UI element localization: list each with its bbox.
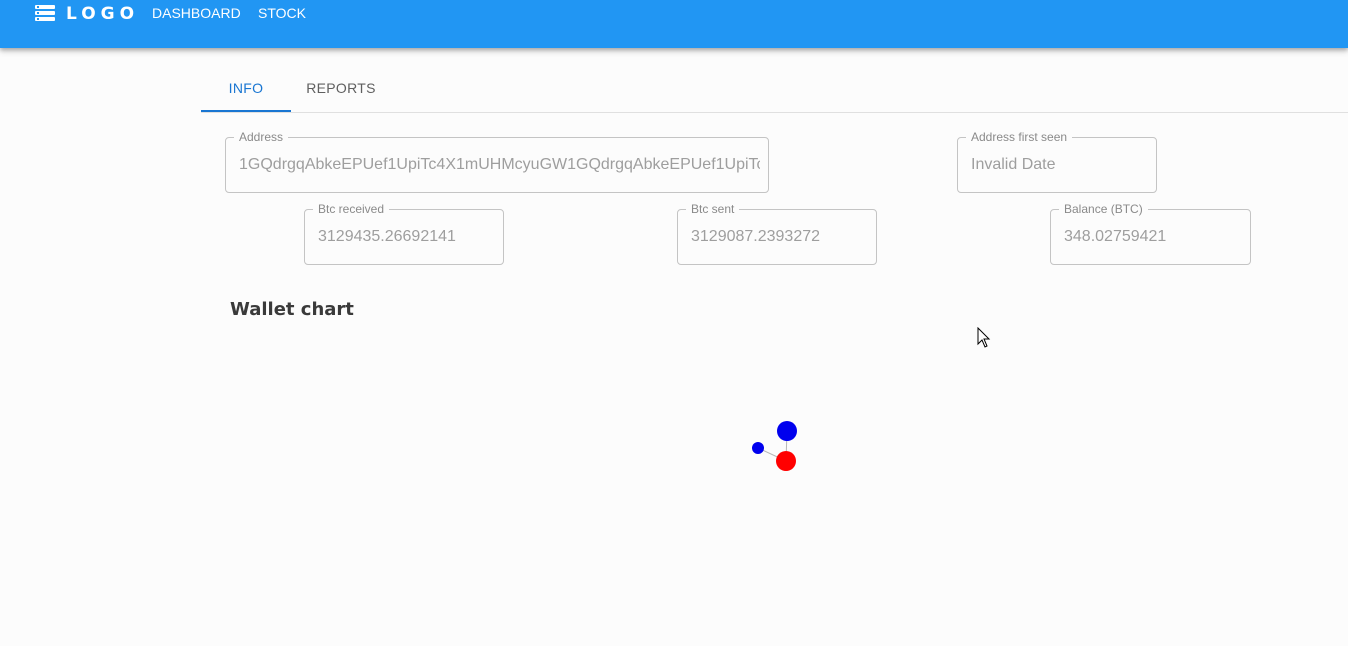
graph-node[interactable]: [777, 421, 797, 441]
wallet-graph[interactable]: [0, 0, 1348, 646]
graph-node[interactable]: [776, 451, 796, 471]
mouse-cursor-icon: [977, 327, 991, 348]
graph-node[interactable]: [752, 442, 764, 454]
graph-nodes: [752, 421, 797, 471]
